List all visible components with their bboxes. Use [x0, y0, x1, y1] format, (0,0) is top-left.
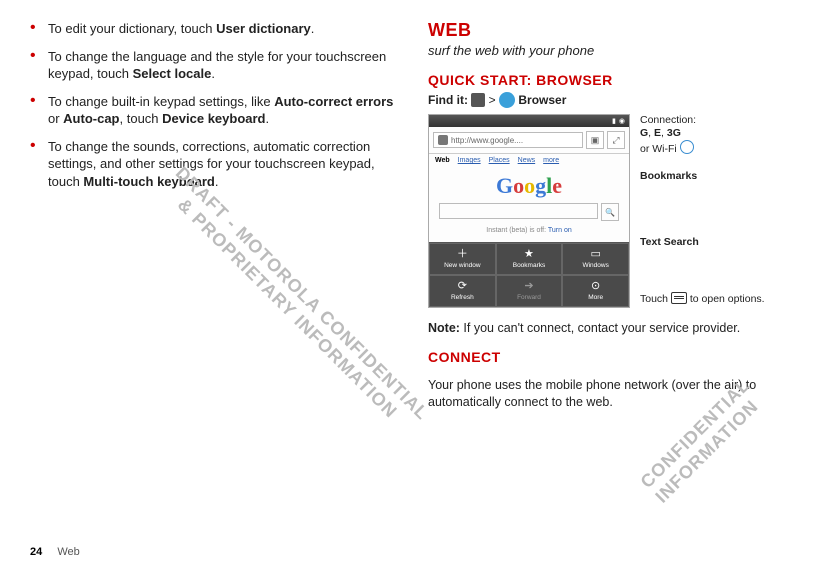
url-row: http://www.google.... ▣ ⤢	[429, 127, 629, 154]
footer-section: Web	[57, 546, 79, 558]
menu-forward: ➔Forward	[496, 275, 563, 307]
text: or	[48, 111, 63, 126]
browser-figure: ▮ ◉ http://www.google.... ▣ ⤢ Web Images…	[428, 114, 796, 308]
refresh-icon: ⟳	[458, 281, 467, 292]
gt: >	[489, 93, 496, 107]
text: .	[311, 21, 315, 36]
google-tabs: Web Images Places News more	[429, 154, 629, 167]
search-input[interactable]	[439, 203, 598, 219]
status-bar: ▮ ◉	[429, 115, 629, 127]
menu-windows[interactable]: ▭Windows	[562, 243, 629, 275]
instant-line: Instant (beta) is off: Turn on	[429, 223, 629, 242]
text: To edit your dictionary, touch	[48, 21, 216, 36]
globe-icon	[499, 92, 515, 108]
search-button[interactable]: 🔍	[601, 203, 619, 221]
bookmark-button[interactable]: ▣	[586, 131, 604, 149]
menu-key-icon	[671, 292, 687, 304]
text: .	[211, 66, 215, 81]
apps-icon	[471, 93, 485, 107]
connect-title: CONNECT	[428, 349, 796, 365]
signal-icon: ▮	[612, 117, 616, 125]
section-subtitle: surf the web with your phone	[428, 43, 796, 58]
options-menu: ＋New window ★Bookmarks ▭Windows ⟳Refresh…	[429, 242, 629, 307]
tab-more[interactable]: more	[543, 157, 559, 164]
page-footer: 24 Web	[30, 546, 80, 558]
browser-label: Browser	[518, 93, 566, 107]
bullet-item: To change the sounds, corrections, autom…	[30, 138, 398, 191]
star-icon: ★	[524, 249, 534, 260]
right-column: WEB surf the web with your phone QUICK S…	[428, 20, 796, 423]
plus-icon: ＋	[457, 249, 468, 260]
phone-mock: ▮ ◉ http://www.google.... ▣ ⤢ Web Images…	[428, 114, 630, 308]
tab-web[interactable]: Web	[435, 157, 450, 164]
bullet-item: To change the language and the style for…	[30, 48, 398, 83]
menu-more[interactable]: ⊙More	[562, 275, 629, 307]
menu-refresh[interactable]: ⟳Refresh	[429, 275, 496, 307]
instant-off: Instant (beta) is off:	[486, 227, 546, 234]
site-icon	[438, 135, 448, 145]
instant-turn-on[interactable]: Turn on	[548, 227, 572, 234]
callouts: Connection: G, E, 3G or Wi-Fi Bookmarks …	[640, 114, 796, 308]
more-icon: ⊙	[591, 281, 600, 292]
left-column: To edit your dictionary, touch User dict…	[30, 20, 398, 423]
wifi-icon: ◉	[619, 117, 625, 125]
search-row: 🔍	[429, 201, 629, 223]
callout-touch-menu: Touch to open options.	[640, 292, 765, 306]
bullet-item: To edit your dictionary, touch User dict…	[30, 20, 398, 38]
windows-icon: ▭	[590, 249, 600, 260]
find-it-line: Find it: > Browser	[428, 92, 796, 108]
bold: Auto-cap	[63, 111, 119, 126]
zoom-button[interactable]: ⤢	[607, 131, 625, 149]
bold: User dictionary	[216, 21, 311, 36]
wifi-icon	[680, 140, 694, 154]
callout-bookmarks: Bookmarks	[640, 170, 697, 183]
bullet-item: To change built-in keypad settings, like…	[30, 93, 398, 128]
page-number: 24	[30, 546, 42, 558]
find-it-label: Find it:	[428, 93, 468, 107]
text: , touch	[120, 111, 163, 126]
tab-news[interactable]: News	[518, 157, 536, 164]
bullet-list: To edit your dictionary, touch User dict…	[30, 20, 398, 190]
menu-bookmarks[interactable]: ★Bookmarks	[496, 243, 563, 275]
quickstart-title: QUICK START: BROWSER	[428, 72, 796, 88]
url-box[interactable]: http://www.google....	[433, 132, 583, 148]
menu-new-window[interactable]: ＋New window	[429, 243, 496, 275]
note-label: Note:	[428, 321, 460, 335]
note-text: If you can't connect, contact your servi…	[460, 321, 740, 335]
text: .	[266, 111, 270, 126]
text: .	[215, 174, 219, 189]
bold: Auto-correct errors	[274, 94, 393, 109]
callout-text-search: Text Search	[640, 236, 699, 249]
tab-places[interactable]: Places	[489, 157, 510, 164]
bold: Select locale	[133, 66, 212, 81]
section-title-web: WEB	[428, 20, 796, 41]
connect-body: Your phone uses the mobile phone network…	[428, 377, 796, 411]
callout-connection: Connection: G, E, 3G or Wi-Fi	[640, 114, 696, 156]
forward-icon: ➔	[524, 281, 533, 292]
tab-images[interactable]: Images	[458, 157, 481, 164]
text: To change built-in keypad settings, like	[48, 94, 274, 109]
note: Note: If you can't connect, contact your…	[428, 321, 796, 335]
bold: Device keyboard	[162, 111, 265, 126]
bold: Multi-touch keyboard	[83, 174, 214, 189]
url-text: http://www.google....	[451, 136, 523, 145]
text: To change the language and the style for…	[48, 49, 386, 82]
google-logo: Google	[429, 167, 629, 201]
